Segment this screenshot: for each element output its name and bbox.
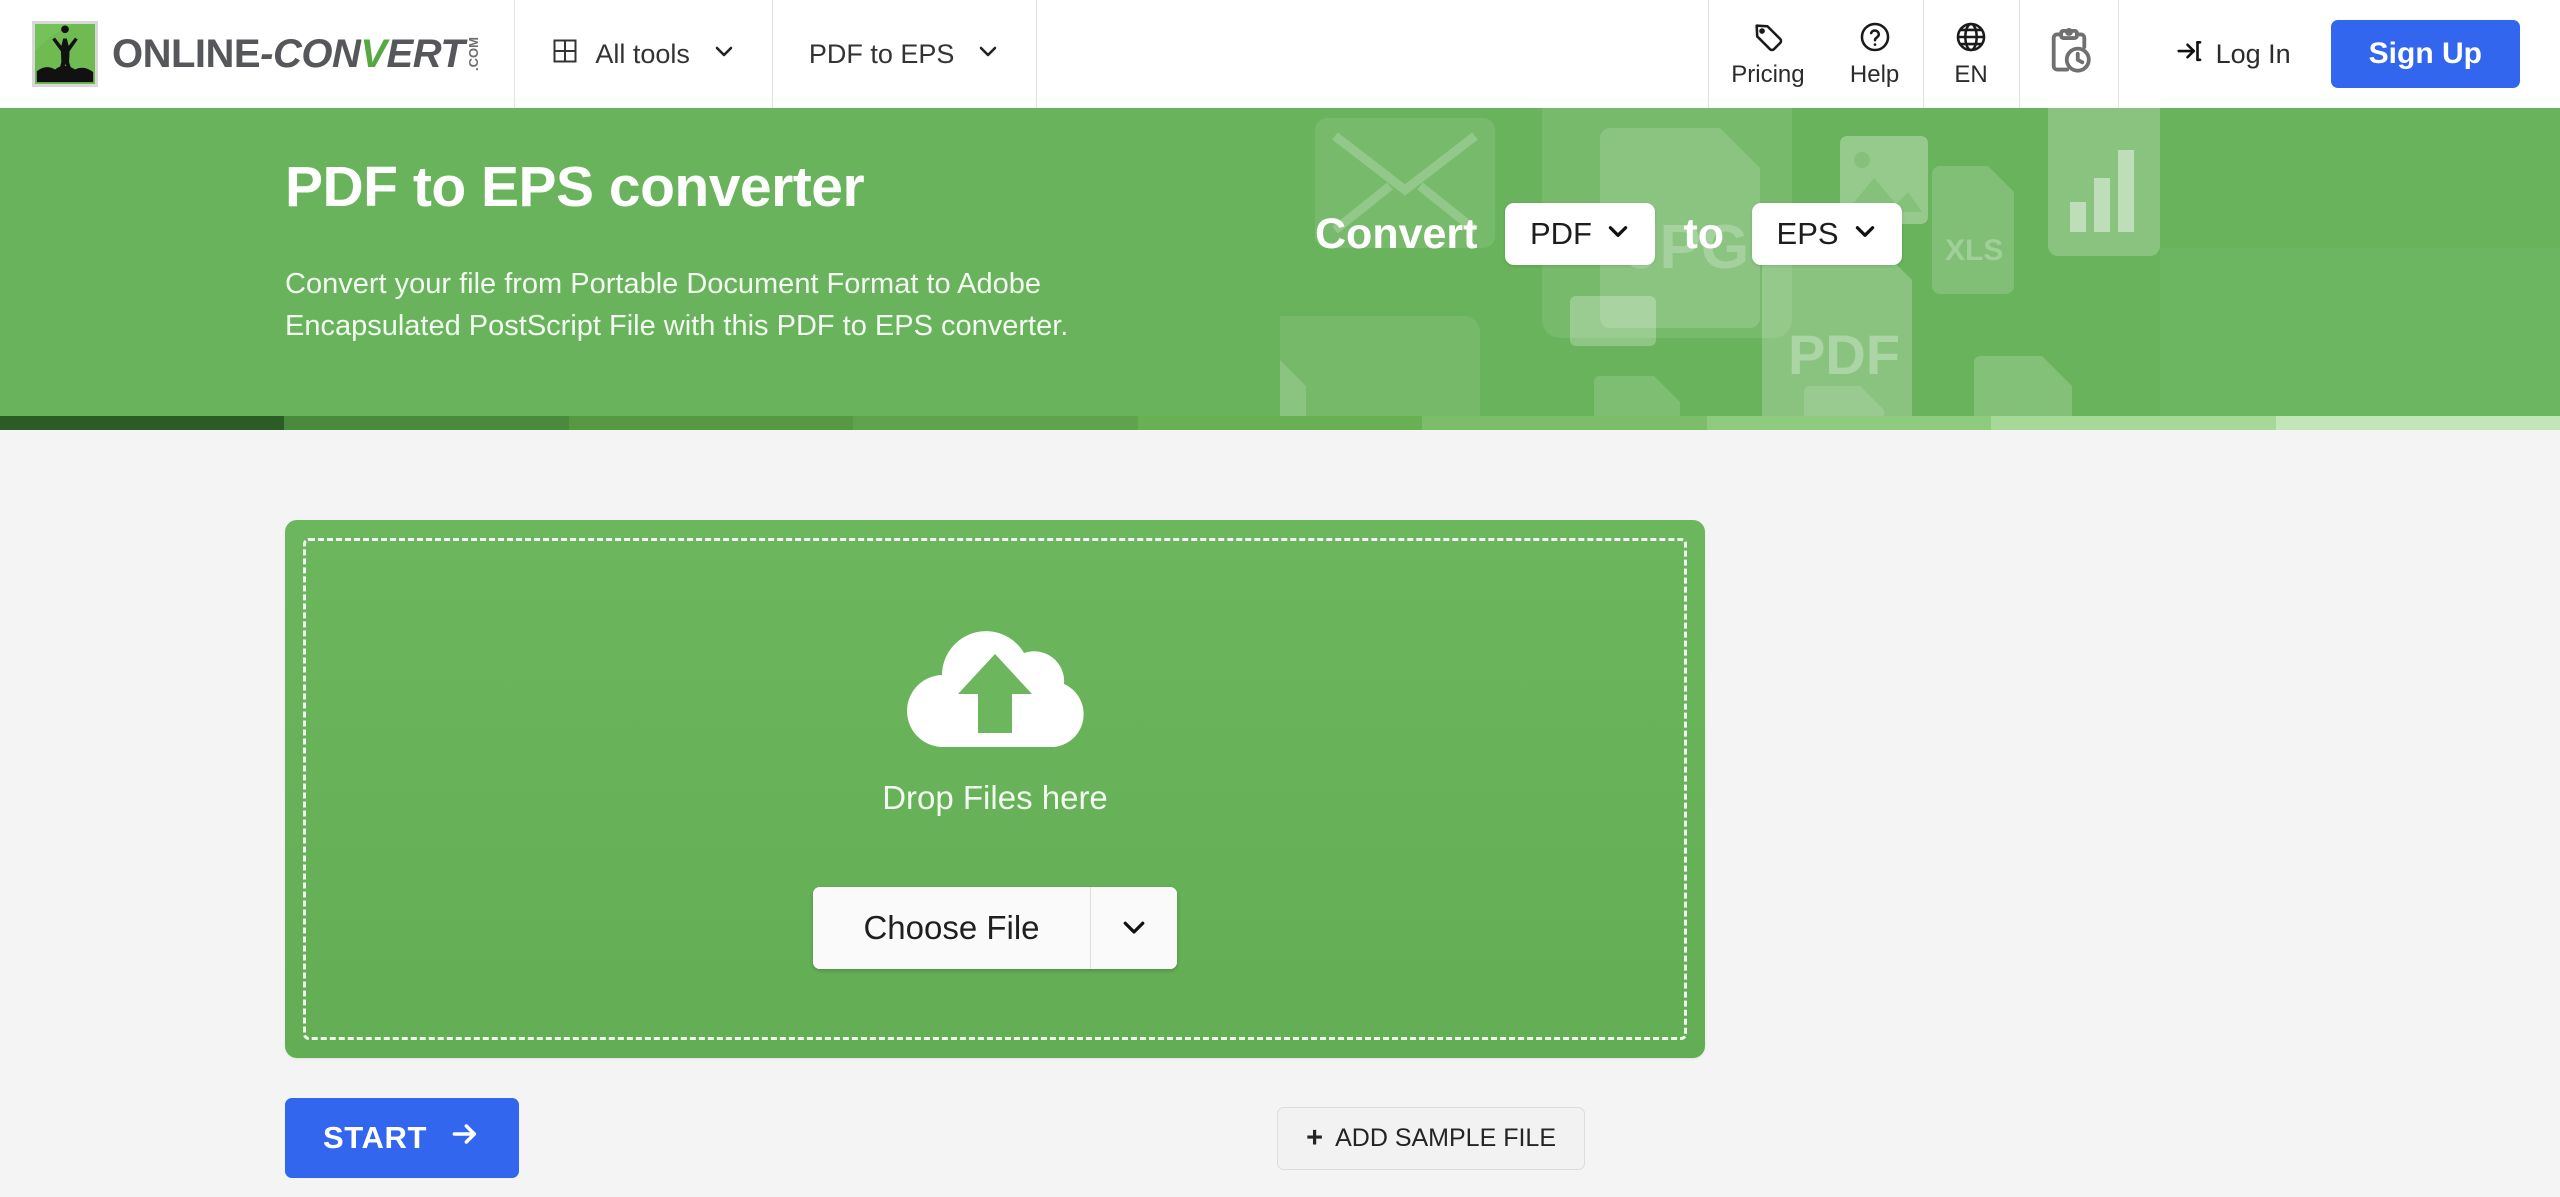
hero-progress-segment <box>568 416 854 430</box>
hero-progress-bar <box>0 416 2560 430</box>
hero-text-block: PDF to EPS converter Convert your file f… <box>285 156 1305 347</box>
target-format-value: EPS <box>1776 216 1839 251</box>
nav-all-tools[interactable]: All tools <box>515 0 773 108</box>
login-button[interactable]: Log In <box>2175 36 2291 73</box>
globe-icon <box>1954 20 1988 59</box>
brand-wordmark: ONLINE - CON V ERT .COM <box>112 31 482 77</box>
plus-icon: + <box>1306 1121 1324 1154</box>
hero-progress-segment <box>853 416 1138 430</box>
header-help-label: Help <box>1849 60 1900 88</box>
hero-progress-segment <box>2275 416 2560 430</box>
start-button[interactable]: START <box>285 1098 520 1178</box>
site-header: ONLINE - CON V ERT .COM All tools PDF to EPS … <box>0 0 2560 108</box>
brand-dash: - <box>260 31 273 76</box>
nav-pdf-to-eps[interactable]: PDF to EPS <box>773 0 1038 108</box>
grid-icon <box>551 37 579 72</box>
brand-online: ONLINE <box>112 31 261 76</box>
header-spacer <box>1037 0 1710 108</box>
chevron-down-icon <box>1852 216 1878 252</box>
hero-progress-segment <box>284 416 569 430</box>
sign-in-arrow-icon <box>2175 36 2205 73</box>
page-title: PDF to EPS converter <box>285 155 865 219</box>
add-sample-file-label: ADD SAMPLE FILE <box>1335 1123 1556 1152</box>
nav-all-tools-label: All tools <box>595 38 690 69</box>
brand-con: CON <box>272 31 361 76</box>
page-subtitle: Convert your file from Portable Document… <box>285 267 1069 342</box>
hero-banner: JPG XLS PDF PDF to EPS converter Convert… <box>0 108 2560 430</box>
source-format-select[interactable]: PDF <box>1505 203 1656 265</box>
main-content: Drop Files here Choose File START + ADD … <box>0 430 2560 1178</box>
convert-label: Convert <box>1315 209 1478 258</box>
source-format-value: PDF <box>1529 216 1592 251</box>
signup-button[interactable]: Sign Up <box>2330 20 2520 88</box>
hero-progress-segment <box>1706 416 1992 430</box>
header-pricing[interactable]: Pricing <box>1709 0 1826 108</box>
dropzone[interactable]: Drop Files here Choose File <box>285 520 1705 1058</box>
choose-file-group: Choose File <box>813 887 1177 969</box>
chevron-down-icon <box>976 39 1000 70</box>
auth-zone: Log In Sign Up <box>2119 0 2560 108</box>
hero-content: PDF to EPS converter Convert your file f… <box>0 108 2560 430</box>
question-circle-icon <box>1858 20 1892 59</box>
hero-progress-segment <box>1137 416 1423 430</box>
header-help[interactable]: Help <box>1827 0 1923 108</box>
header-language[interactable]: EN <box>1922 0 2019 108</box>
cloud-upload-icon <box>892 609 1098 759</box>
format-converter-controls: Convert PDF to EPS <box>1315 203 1903 265</box>
price-tag-icon <box>1751 20 1785 59</box>
chevron-down-icon <box>1119 912 1149 945</box>
to-label: to <box>1683 209 1725 258</box>
arrow-right-icon <box>449 1118 481 1158</box>
choose-file-button[interactable]: Choose File <box>813 887 1090 969</box>
hero-progress-segment <box>0 416 285 430</box>
uploader-actions: START + ADD SAMPLE FILE <box>285 1098 1705 1178</box>
dropzone-inner: Drop Files here Choose File <box>303 538 1687 1040</box>
start-button-label: START <box>323 1120 428 1155</box>
brand-com: .COM <box>466 37 482 71</box>
choose-file-dropdown-button[interactable] <box>1089 887 1177 969</box>
file-uploader: Drop Files here Choose File START + ADD … <box>285 520 1705 1178</box>
hero-progress-segment <box>1991 416 2276 430</box>
person-on-rock-logo-icon <box>32 21 98 87</box>
clipboard-clock-icon <box>2042 25 2096 84</box>
header-language-label: EN <box>1954 60 1988 88</box>
chevron-down-icon <box>1605 216 1631 252</box>
target-format-select[interactable]: EPS <box>1752 203 1903 265</box>
chevron-down-icon <box>712 39 736 70</box>
brand-logo[interactable]: ONLINE - CON V ERT .COM <box>0 0 516 108</box>
nav-pdf-to-eps-label: PDF to EPS <box>808 38 955 69</box>
hero-progress-segment <box>1422 416 1707 430</box>
add-sample-file-button[interactable]: + ADD SAMPLE FILE <box>1277 1106 1585 1170</box>
brand-v: V <box>360 31 387 76</box>
header-history[interactable] <box>2018 0 2119 108</box>
dropzone-label: Drop Files here <box>882 779 1108 816</box>
login-label: Log In <box>2215 38 2291 69</box>
brand-ert: ERT <box>386 31 465 76</box>
header-pricing-label: Pricing <box>1731 60 1805 88</box>
